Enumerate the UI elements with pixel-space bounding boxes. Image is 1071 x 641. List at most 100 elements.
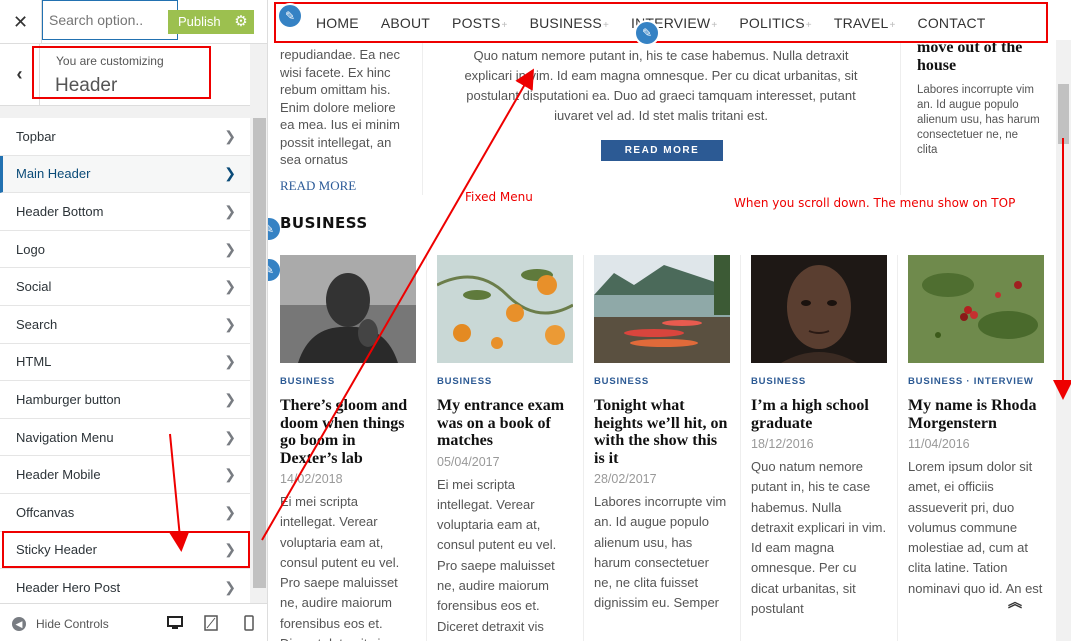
- menu-item-label: Navigation Menu: [16, 429, 114, 445]
- publish-button[interactable]: Publish: [168, 10, 228, 34]
- column-divider: [583, 255, 584, 641]
- post-date: 18/12/2016: [751, 437, 814, 451]
- excerpt-line: Enim dolore meliore: [280, 99, 396, 115]
- menu-item-label: Offcanvas: [16, 504, 75, 520]
- post-title[interactable]: There’s gloom and doom when things go bo…: [280, 397, 416, 467]
- post-category[interactable]: BUSINESS · INTERVIEW: [908, 376, 1044, 387]
- desktop-icon[interactable]: [167, 615, 183, 634]
- edit-shortcut-icon[interactable]: ✎: [277, 3, 303, 29]
- column-divider: [422, 40, 423, 195]
- highlight-box-sticky-header: [2, 531, 250, 568]
- chevron-right-icon: ❯: [224, 503, 236, 520]
- post-card[interactable]: BUSINESS · INTERVIEW My name is Rhoda Mo…: [908, 255, 1044, 599]
- double-chevron-up-icon[interactable]: ︽: [1008, 592, 1022, 612]
- menu-item-label: Main Header: [16, 166, 91, 182]
- excerpt-line: alienum usu, has harum: [917, 114, 1040, 126]
- post-excerpt: Ei mei scripta intellegat. Verear volupt…: [280, 494, 400, 641]
- post-excerpt: Ei mei scripta intellegat. Verear volupt…: [437, 476, 557, 634]
- tablet-icon[interactable]: [204, 615, 218, 634]
- mobile-icon[interactable]: [244, 615, 254, 634]
- annotation-fixed-menu: Fixed Menu: [465, 190, 533, 204]
- post-excerpt: Labores incorrupte vim an. Id augue popu…: [594, 494, 727, 611]
- post-excerpt: Quo natum nemore putant in, his te case …: [751, 459, 887, 617]
- menu-item-label: Hamburger button: [16, 391, 121, 407]
- excerpt-line: an. Id augue populo: [917, 99, 1019, 111]
- post-thumbnail[interactable]: [437, 255, 573, 363]
- chevron-right-icon: ❯: [224, 578, 236, 595]
- post-category[interactable]: BUSINESS: [280, 376, 416, 387]
- chevron-right-icon: ❯: [224, 202, 236, 219]
- menu-item-label: Social: [16, 279, 52, 295]
- column-divider: [897, 255, 898, 641]
- site-preview: repudiandae. Ea nec wisi facete. Ex hinc…: [268, 0, 1071, 641]
- post-title[interactable]: Tonight what heights we’ll hit, on with …: [594, 397, 730, 467]
- post-thumbnail[interactable]: [751, 255, 887, 363]
- chevron-right-icon: ❯: [224, 240, 236, 257]
- close-icon[interactable]: ✕: [0, 0, 42, 44]
- post-title[interactable]: My entrance exam was on a book of matche…: [437, 397, 573, 450]
- left-post-excerpt: repudiandae. Ea nec wisi facete. Ex hinc…: [280, 46, 420, 169]
- chevron-right-icon: ❯: [224, 390, 236, 407]
- post-title[interactable]: I’m a high school graduate: [751, 397, 887, 432]
- menu-item-html[interactable]: HTML ❯: [0, 343, 250, 382]
- menu-item-topbar[interactable]: Topbar ❯: [0, 118, 250, 156]
- post-category[interactable]: BUSINESS: [437, 376, 573, 387]
- column-divider: [740, 255, 741, 641]
- chevron-right-icon: ❯: [224, 315, 236, 332]
- excerpt-line: possit intellegat, an: [280, 134, 392, 150]
- customizer-footer: ◀ Hide Controls: [0, 603, 267, 641]
- post-thumbnail[interactable]: [594, 255, 730, 363]
- post-date: 05/04/2017: [437, 454, 500, 469]
- post-card[interactable]: BUSINESS There’s gloom and doom when thi…: [280, 255, 416, 641]
- chevron-right-icon: ❯: [224, 278, 236, 295]
- menu-item-offcanvas[interactable]: Offcanvas ❯: [0, 493, 250, 532]
- column-divider: [426, 255, 427, 641]
- chevron-right-icon: ❯: [224, 466, 236, 483]
- post-category[interactable]: BUSINESS: [751, 376, 887, 387]
- menu-item-social[interactable]: Social ❯: [0, 268, 250, 306]
- section-title-business: BUSINESS: [280, 214, 368, 232]
- search-input[interactable]: [42, 0, 178, 40]
- menu-item-label: Logo: [16, 241, 45, 257]
- menu-item-header-mobile[interactable]: Header Mobile ❯: [0, 456, 250, 494]
- menu-item-main-header[interactable]: Main Header ❯: [0, 155, 250, 194]
- preview-scroll-thumb[interactable]: [1058, 84, 1069, 144]
- customizer-panel: ✕ Publish ⚙ ‹ You are customizing Header…: [0, 0, 268, 641]
- menu-item-logo[interactable]: Logo ❯: [0, 230, 250, 269]
- post-date: 14/02/2018: [280, 472, 343, 486]
- excerpt-line: postulant disputationi ea. Duo ad graeci…: [466, 88, 856, 103]
- menu-item-label: Search: [16, 316, 58, 332]
- post-title[interactable]: My name is Rhoda Morgenstern: [908, 397, 1044, 432]
- hide-controls-button[interactable]: Hide Controls: [36, 617, 109, 631]
- post-card[interactable]: BUSINESS I’m a high school graduate 18/1…: [751, 255, 887, 619]
- right-post-excerpt: Labores incorrupte vim an. Id augue popu…: [917, 83, 1052, 158]
- menu-item-navigation-menu[interactable]: Navigation Menu ❯: [0, 418, 250, 457]
- menu-item-hamburger-button[interactable]: Hamburger button ❯: [0, 381, 250, 419]
- edit-shortcut-icon[interactable]: ✎: [634, 20, 660, 46]
- post-card[interactable]: BUSINESS Tonight what heights we’ll hit,…: [594, 255, 730, 614]
- post-category[interactable]: BUSINESS: [594, 376, 730, 387]
- post-thumbnail[interactable]: [280, 255, 416, 363]
- excerpt-line: clita: [917, 144, 938, 156]
- gear-icon[interactable]: ⚙: [228, 10, 254, 34]
- read-more-link[interactable]: READ MORE: [280, 178, 356, 194]
- menu-item-search[interactable]: Search ❯: [0, 305, 250, 344]
- menu-item-label: HTML: [16, 354, 52, 370]
- menu-item-label: Header Mobile: [16, 467, 101, 483]
- excerpt-line: explicari in vim. Id eam magna omnesque.…: [464, 68, 858, 83]
- highlight-box-nav: [274, 2, 1048, 43]
- excerpt-line: wisi facete. Ex hinc: [280, 64, 391, 80]
- menu-item-header-bottom[interactable]: Header Bottom ❯: [0, 193, 250, 231]
- post-card[interactable]: BUSINESS My entrance exam was on a book …: [437, 255, 573, 637]
- menu-item-header-hero-post[interactable]: Header Hero Post ❯: [0, 569, 250, 607]
- post-date: 28/02/2017: [594, 472, 657, 486]
- menu-item-label: Topbar: [16, 128, 56, 144]
- post-thumbnail[interactable]: [908, 255, 1044, 363]
- read-more-button[interactable]: READ MORE: [601, 140, 723, 161]
- title-line: house: [917, 57, 957, 74]
- panel-scroll-thumb[interactable]: [253, 118, 266, 588]
- chevron-right-icon: ❯: [224, 353, 236, 370]
- hide-controls-icon[interactable]: ◀: [12, 617, 26, 631]
- center-post-excerpt: Quo natum nemore putant in, his te case …: [436, 46, 886, 126]
- customizer-topbar: ✕ Publish ⚙: [0, 0, 267, 44]
